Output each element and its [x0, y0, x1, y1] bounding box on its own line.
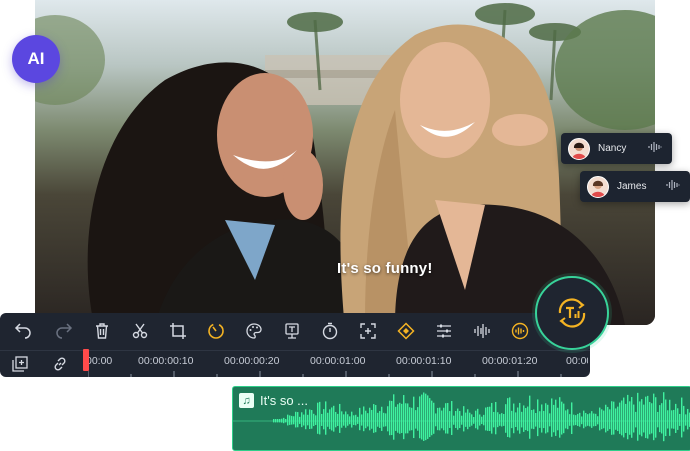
avatar [568, 137, 590, 160]
speech-to-text-button[interactable] [535, 276, 609, 350]
speaker-name: Nancy [598, 143, 627, 154]
keyframe-button[interactable] [387, 313, 425, 349]
delete-button[interactable] [83, 313, 121, 349]
color-icon [246, 323, 262, 339]
music-note-icon: ♫ [239, 393, 254, 408]
timeline-panel: 00:00 00:00:00:10 00:00:00:20 00:00:01:0… [0, 313, 590, 377]
timer-button[interactable] [311, 313, 349, 349]
speed-button[interactable] [197, 313, 235, 349]
fit-icon [360, 323, 376, 339]
text-to-speech-button[interactable] [273, 313, 311, 349]
audio-clip[interactable]: ♫ It's so ... [232, 386, 690, 451]
subtitle-caption: It's so funny! [337, 260, 433, 277]
playhead[interactable] [83, 349, 89, 377]
keyframe-icon [397, 322, 415, 340]
time-label: 00:00:01:20 [482, 355, 538, 367]
text-to-speech-icon [285, 323, 299, 339]
color-button[interactable] [235, 313, 273, 349]
time-label: 00:00:00:20 [224, 355, 280, 367]
timer-icon [322, 322, 338, 340]
link-button[interactable] [47, 353, 73, 375]
time-label: 00:00:01:00 [310, 355, 366, 367]
speaker-tag-james[interactable]: James [580, 171, 690, 202]
time-label: 00:00:00:10 [138, 355, 194, 367]
redo-button[interactable] [45, 313, 83, 349]
fit-button[interactable] [349, 313, 387, 349]
redo-icon [56, 323, 73, 339]
speaker-tag-nancy[interactable]: Nancy [561, 133, 672, 164]
waveform-icon [648, 141, 662, 156]
undo-icon [14, 323, 31, 339]
time-label: 00:00 [86, 355, 113, 367]
add-track-icon [12, 356, 28, 372]
audio-split-icon [474, 324, 490, 338]
crop-icon [170, 323, 186, 339]
crop-button[interactable] [159, 313, 197, 349]
cut-icon [132, 323, 148, 339]
audio-split-button[interactable] [463, 313, 501, 349]
cut-button[interactable] [121, 313, 159, 349]
ai-badge: AI [12, 35, 60, 83]
add-track-button[interactable] [7, 353, 33, 375]
time-label: 00:00:0 [566, 355, 588, 367]
link-icon [54, 357, 66, 371]
voice-icon [511, 322, 529, 340]
undo-button[interactable] [0, 313, 45, 349]
editing-toolbar [0, 313, 540, 349]
avatar [587, 175, 609, 198]
adjust-button[interactable] [425, 313, 463, 349]
waveform-icon [666, 179, 680, 194]
voice-button[interactable] [501, 313, 539, 349]
speaker-name: James [617, 181, 647, 192]
time-label: 00:00:01:10 [396, 355, 452, 367]
ruler-ticks [88, 371, 562, 377]
delete-icon [96, 323, 108, 339]
speech-to-text-icon [558, 298, 586, 328]
speed-icon [208, 323, 224, 339]
adjust-icon [437, 324, 451, 338]
audio-clip-title: It's so ... [260, 393, 308, 408]
